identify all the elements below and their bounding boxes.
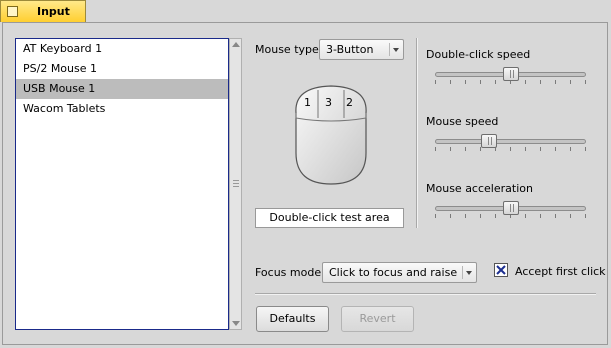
scroll-down-icon[interactable]	[232, 321, 240, 326]
accept-first-click-label[interactable]: Accept first click	[515, 265, 606, 278]
focus-mode-dropdown[interactable]: Click to focus and raise	[322, 262, 477, 283]
list-item[interactable]: USB Mouse 1	[16, 79, 228, 99]
mouse-speed-thumb[interactable]	[480, 134, 497, 148]
list-item[interactable]: AT Keyboard 1	[16, 39, 228, 59]
mouse-button-2-label[interactable]: 2	[346, 96, 353, 109]
mouse-type-label: Mouse type:	[255, 43, 323, 56]
tab-bar: Input	[0, 0, 611, 23]
horizontal-divider	[255, 293, 596, 295]
tab-input[interactable]: Input	[0, 0, 86, 22]
chevron-down-icon	[466, 271, 472, 275]
mouse-type-dropdown[interactable]: 3-Button	[319, 39, 404, 60]
window-icon	[7, 6, 18, 17]
mouse-button-1-label[interactable]: 1	[304, 96, 311, 109]
double-click-test-area[interactable]: Double-click test area	[255, 208, 404, 228]
tab-label: Input	[37, 5, 70, 18]
device-list-scrollbar[interactable]	[229, 38, 242, 330]
mouse-acceleration-label: Mouse acceleration	[426, 182, 533, 195]
scroll-up-icon[interactable]	[232, 42, 240, 47]
vertical-divider	[416, 38, 418, 228]
scroll-grip-icon[interactable]	[233, 180, 239, 187]
defaults-button[interactable]: Defaults	[256, 306, 329, 332]
dropdown-separator	[462, 266, 463, 279]
mouse-acceleration-thumb[interactable]	[502, 201, 519, 215]
list-item[interactable]: PS/2 Mouse 1	[16, 59, 228, 79]
mouse-speed-ticks	[435, 147, 586, 151]
focus-mode-label: Focus mode:	[255, 266, 325, 279]
mouse-speed-track[interactable]	[435, 139, 586, 144]
mouse-button-3-label[interactable]: 3	[325, 96, 332, 109]
focus-mode-value: Click to focus and raise	[329, 266, 458, 279]
chevron-down-icon	[393, 48, 399, 52]
mouse-speed-label: Mouse speed	[426, 115, 499, 128]
list-item[interactable]: Wacom Tablets	[16, 99, 228, 119]
checkmark-icon	[496, 265, 506, 275]
mouse-type-value: 3-Button	[326, 43, 374, 56]
accept-first-click-checkbox[interactable]	[494, 263, 508, 277]
double-click-speed-thumb[interactable]	[502, 67, 519, 81]
double-click-speed-label: Double-click speed	[426, 48, 531, 61]
device-list[interactable]: AT Keyboard 1 PS/2 Mouse 1 USB Mouse 1 W…	[15, 38, 229, 330]
revert-button[interactable]: Revert	[341, 306, 414, 332]
dropdown-separator	[389, 43, 390, 56]
